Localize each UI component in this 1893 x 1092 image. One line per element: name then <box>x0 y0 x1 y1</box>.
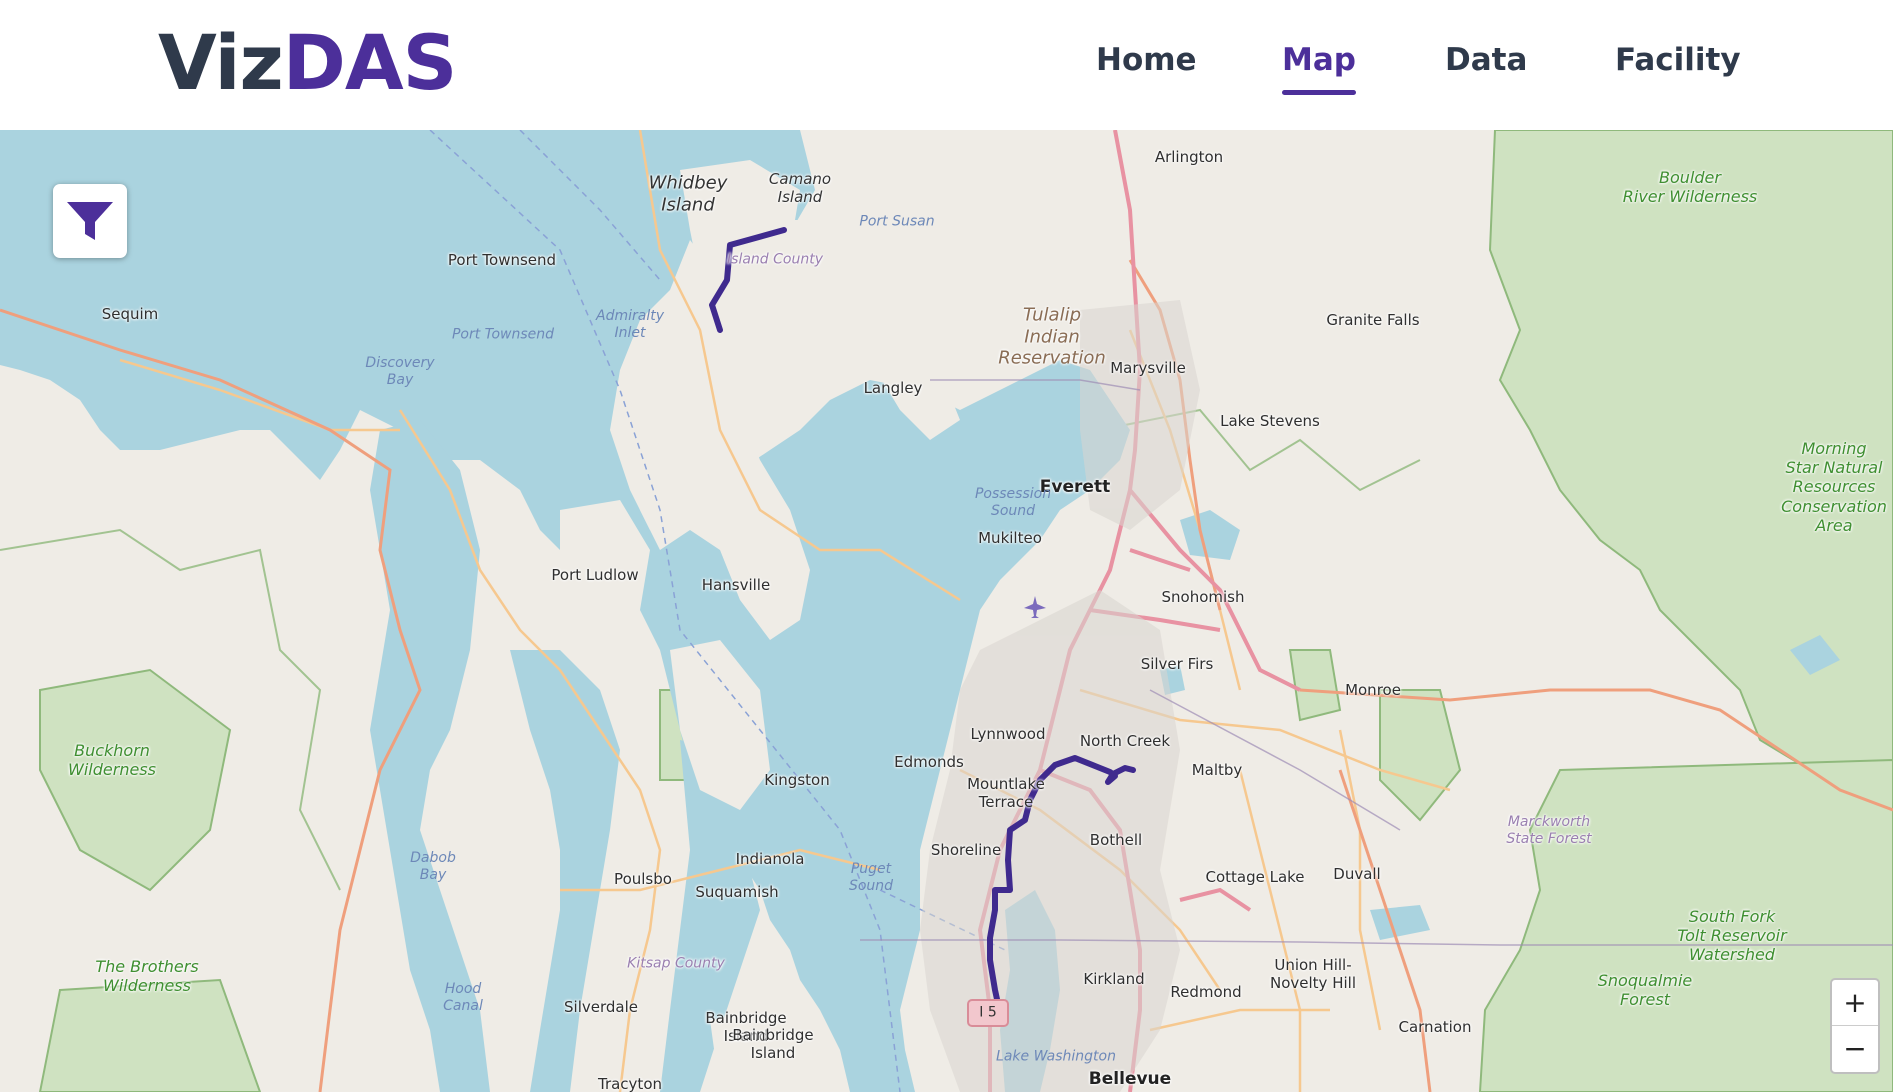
label-mukilteo: Mukilteo <box>978 529 1042 547</box>
label-maltby: Maltby <box>1191 761 1243 779</box>
label-lynnwood: Lynnwood <box>970 725 1046 743</box>
i5-shield-label: I 5 <box>979 1004 997 1021</box>
label-suquamish: Suquamish <box>695 883 779 901</box>
label-port-townsend-city: Port Townsend <box>447 251 557 269</box>
label-dabob-bay: Dabob Bay <box>410 850 456 883</box>
vizdas-logo[interactable]: VizDAS <box>158 22 457 104</box>
label-marckworth-state-forest: Marckworth State Forest <box>1506 814 1592 847</box>
map-zoom-control: + − <box>1830 978 1880 1074</box>
label-kirkland: Kirkland <box>1083 970 1145 988</box>
label-snohomish: Snohomish <box>1161 588 1245 606</box>
label-indianola: Indianola <box>735 850 805 868</box>
label-kingston: Kingston <box>764 771 830 789</box>
logo-text-das: DAS <box>282 18 458 107</box>
label-island-county: Island County <box>727 251 823 268</box>
label-south-fork-tolt-watershed: South Fork Tolt Reservoir Watershed <box>1677 907 1787 965</box>
label-port-susan: Port Susan <box>859 213 935 230</box>
label-buckhorn-wilderness: Buckhorn Wilderness <box>68 740 156 779</box>
label-tulalip-reservation: Tulalip Indian Reservation <box>998 304 1106 369</box>
zoom-out-button[interactable]: − <box>1832 1026 1878 1071</box>
label-snoqualmie-forest: Snoqualmie Forest <box>1597 970 1693 1009</box>
label-north-creek: North Creek <box>1079 732 1171 750</box>
top-navbar: VizDAS Home Map Data Facility <box>0 0 1893 130</box>
label-shoreline: Shoreline <box>930 841 1002 859</box>
label-granite-falls: Granite Falls <box>1326 311 1420 329</box>
label-silver-firs: Silver Firs <box>1140 655 1214 673</box>
label-kitsap-county: Kitsap County <box>627 955 725 972</box>
label-bainbridge-island-city: Bainbridge Island <box>732 1026 814 1062</box>
label-the-brothers-wilderness: The Brothers Wilderness <box>95 956 199 995</box>
logo-text-viz: Viz <box>158 18 284 107</box>
nav-facility-link[interactable]: Facility <box>1615 42 1741 78</box>
label-langley: Langley <box>863 379 923 397</box>
zoom-in-button[interactable]: + <box>1832 980 1878 1026</box>
label-bothell: Bothell <box>1089 831 1143 849</box>
label-duvall: Duvall <box>1333 865 1381 883</box>
map-filter-button[interactable] <box>53 184 127 258</box>
label-union-hill-novelty-hill: Union Hill- Novelty Hill <box>1270 956 1356 992</box>
filter-funnel-icon <box>67 202 113 240</box>
label-camano-island: Camano Island <box>768 170 832 206</box>
label-port-ludlow: Port Ludlow <box>551 566 639 584</box>
label-tracyton: Tracyton <box>597 1075 663 1092</box>
label-poulsbo: Poulsbo <box>614 870 672 888</box>
label-whidbey-island: Whidbey Island <box>648 172 728 215</box>
label-lake-washington: Lake Washington <box>996 1048 1116 1065</box>
label-bellevue: Bellevue <box>1088 1068 1172 1089</box>
label-hood-canal: Hood Canal <box>443 981 483 1014</box>
label-silverdale: Silverdale <box>564 998 638 1016</box>
label-monroe: Monroe <box>1345 681 1401 699</box>
map-basemap <box>0 130 1893 1092</box>
label-lake-stevens: Lake Stevens <box>1220 412 1320 430</box>
label-redmond: Redmond <box>1170 983 1242 1001</box>
map-view[interactable]: I 5 Whidbey Island Camano Island Port Susa… <box>0 130 1893 1092</box>
label-mountlake-terrace: Mountlake Terrace <box>967 775 1045 811</box>
label-marysville: Marysville <box>1110 359 1186 377</box>
label-possession-sound: Possession Sound <box>974 486 1052 519</box>
label-edmonds: Edmonds <box>894 753 964 771</box>
label-admiralty-inlet: Admiralty Inlet <box>596 308 664 341</box>
label-morning-star-area: Morning Star Natural Resources Conservation… <box>1781 439 1887 535</box>
label-discovery-bay: Discovery Bay <box>365 355 435 388</box>
label-puget-sound: Puget Sound <box>848 861 894 894</box>
label-port-townsend-bay: Port Townsend <box>451 326 555 343</box>
nav-home-link[interactable]: Home <box>1096 42 1197 78</box>
label-carnation: Carnation <box>1398 1018 1472 1036</box>
nav-data-link[interactable]: Data <box>1445 42 1527 78</box>
nav-map-link[interactable]: Map <box>1282 42 1356 95</box>
label-boulder-river-wilderness: Boulder River Wilderness <box>1622 167 1758 206</box>
label-hansville: Hansville <box>701 576 771 594</box>
label-cottage-lake: Cottage Lake <box>1205 868 1305 886</box>
label-arlington: Arlington <box>1154 148 1224 166</box>
label-sequim: Sequim <box>101 305 159 323</box>
